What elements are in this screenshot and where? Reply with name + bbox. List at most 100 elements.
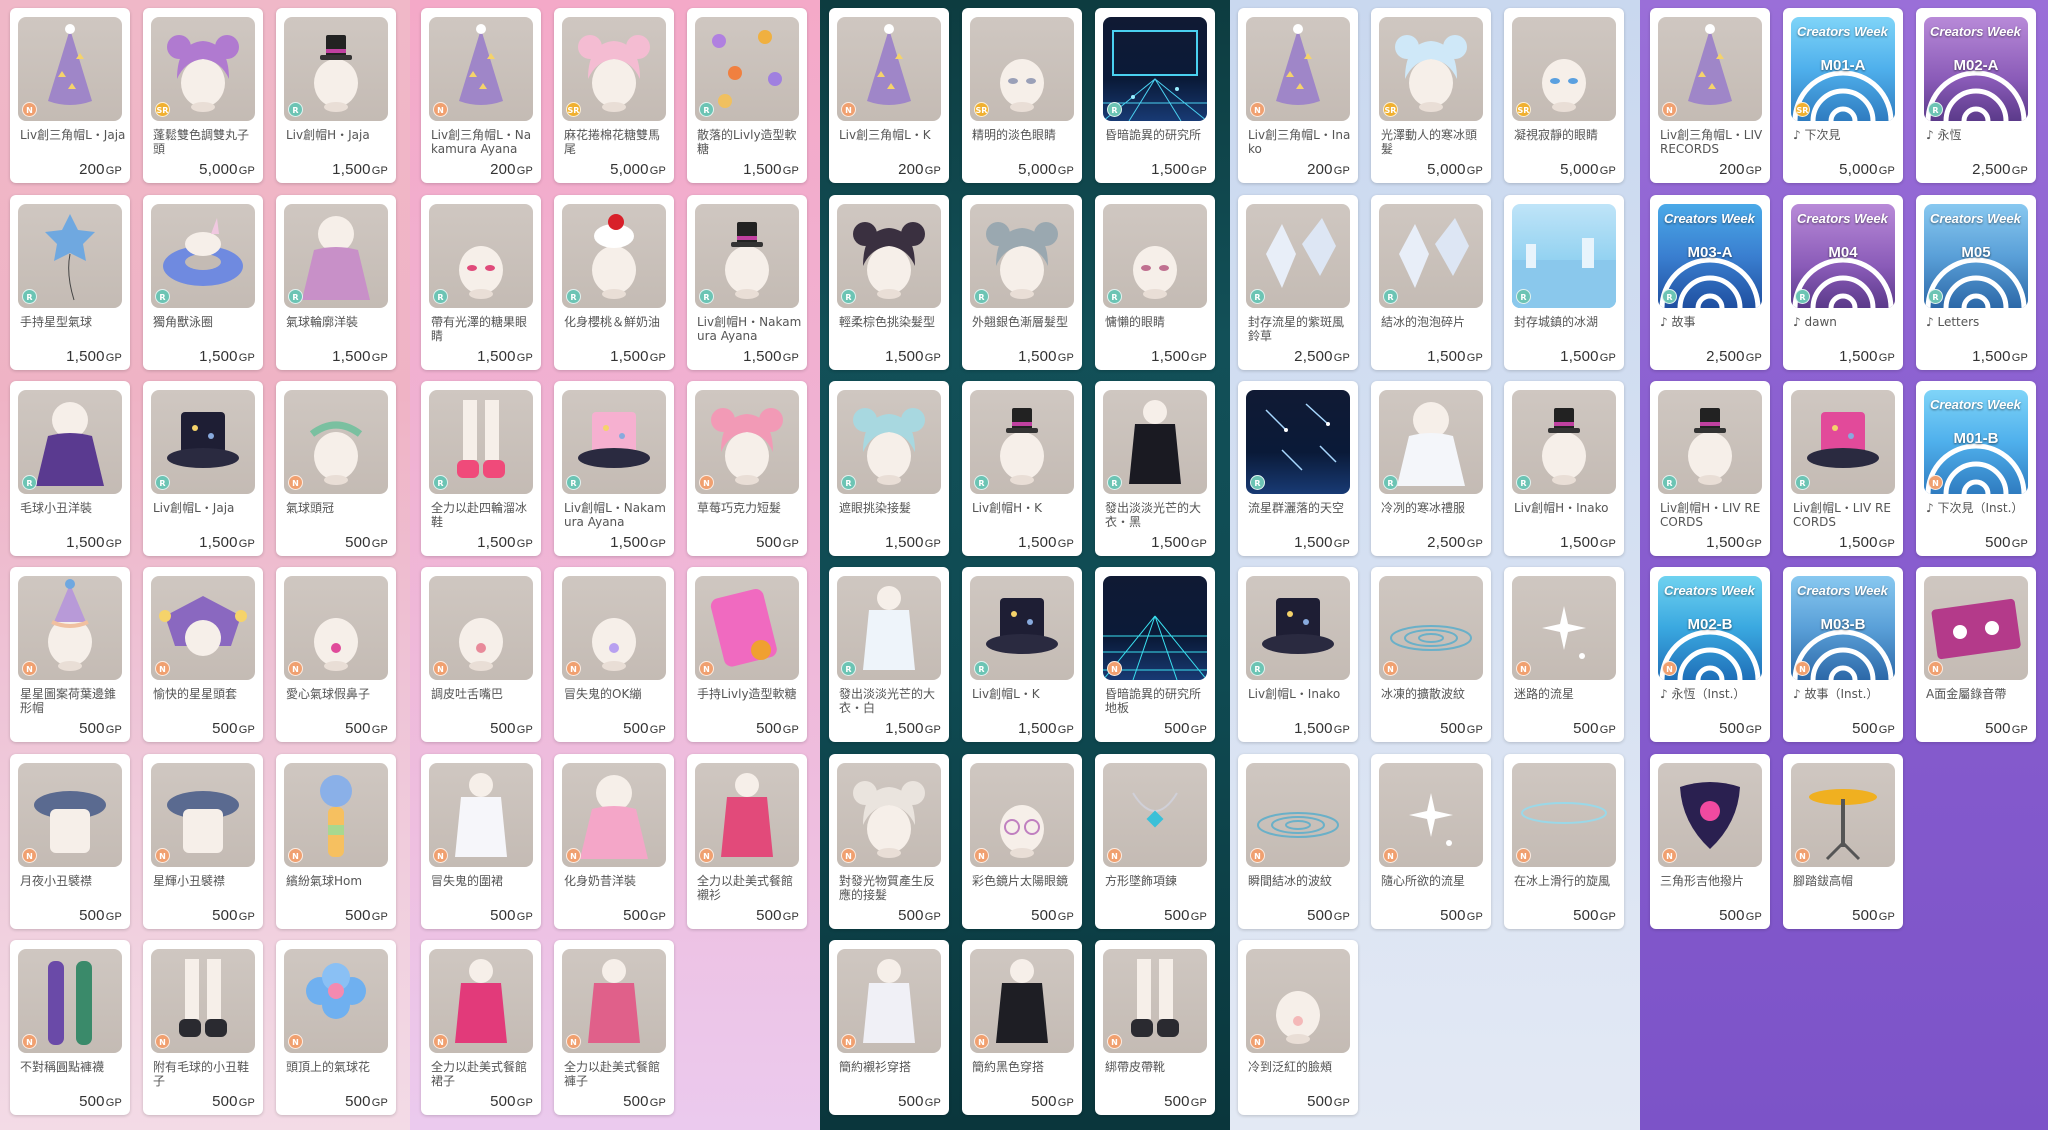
shop-item-card[interactable]: R 帶有光澤的糖果眼睛 1,500GP — [421, 195, 541, 370]
shop-item-card[interactable]: Creators Week M01-A SR ♪ 下次見 5,000GP — [1783, 8, 1903, 183]
ripple-icon: N — [1379, 576, 1483, 680]
jester-hood-icon: N — [151, 576, 255, 680]
shop-item-card[interactable]: R 遮眼挑染接髮 1,500GP — [829, 381, 949, 556]
shirt-outfit-icon: N — [837, 949, 941, 1053]
rarity-badge: N — [1383, 848, 1398, 863]
shop-item-card[interactable]: Creators Week M03-A R ♪ 故事 2,500GP — [1650, 195, 1770, 370]
shop-item-card[interactable]: N 簡約襯衫穿搭 500GP — [829, 940, 949, 1115]
shop-item-card[interactable]: R Liv創帽H・K 1,500GP — [962, 381, 1082, 556]
shop-item-card[interactable]: R Liv創帽L・Jaja 1,500GP — [143, 381, 263, 556]
shop-item-card[interactable]: N A面金屬錄音帶 500GP — [1916, 567, 2036, 742]
shop-item-card[interactable]: R Liv創帽H・LIV RECORDS 1,500GP — [1650, 381, 1770, 556]
item-price: 2,500GP — [1972, 161, 2028, 178]
rarity-badge: N — [1662, 102, 1677, 117]
shop-item-card[interactable]: R 結冰的泡泡碎片 1,500GP — [1371, 195, 1491, 370]
shop-item-card[interactable]: SR 精明的淡色眼睛 5,000GP — [962, 8, 1082, 183]
shop-item-card[interactable]: R Liv創帽L・Inako 1,500GP — [1238, 567, 1358, 742]
shop-item-card[interactable]: R 發出淡淡光芒的大衣・黑 1,500GP — [1095, 381, 1215, 556]
shop-item-card[interactable]: Creators Week M05 R ♪ Letters 1,500GP — [1916, 195, 2036, 370]
shop-item-card[interactable]: N 冰凍的擴散波紋 500GP — [1371, 567, 1491, 742]
shop-item-card[interactable]: N 對發光物質產生反應的接髮 500GP — [829, 754, 949, 929]
shop-item-card[interactable]: N Liv創三角帽L・Nakamura Ayana 200GP — [421, 8, 541, 183]
shop-item-card[interactable]: N 彩色鏡片太陽眼鏡 500GP — [962, 754, 1082, 929]
shop-item-card[interactable]: Creators Week M01-B N ♪ 下次見（Inst.） 500GP — [1916, 381, 2036, 556]
item-name: ♪ 故事 — [1660, 315, 1696, 329]
shop-item-card[interactable]: N 繽紛氣球Hom 500GP — [276, 754, 396, 929]
shop-item-card[interactable]: N 愉快的星星頭套 500GP — [143, 567, 263, 742]
shop-item-card[interactable]: N 氣球頭冠 500GP — [276, 381, 396, 556]
shop-item-card[interactable]: N 隨心所欲的流星 500GP — [1371, 754, 1491, 929]
item-price: 500GP — [490, 907, 533, 924]
shop-item-card[interactable]: Creators Week M03-B N ♪ 故事（Inst.） 500GP — [1783, 567, 1903, 742]
shop-item-card[interactable]: R Liv創帽L・LIV RECORDS 1,500GP — [1783, 381, 1903, 556]
shop-item-card[interactable]: N 瞬間結冰的波紋 500GP — [1238, 754, 1358, 929]
shop-item-card[interactable]: R 外翹銀色漸層髮型 1,500GP — [962, 195, 1082, 370]
shop-item-card[interactable]: R 化身櫻桃＆鮮奶油 1,500GP — [554, 195, 674, 370]
shop-item-card[interactable]: N 化身奶昔洋裝 500GP — [554, 754, 674, 929]
shop-item-card[interactable]: N 綁帶皮帶靴 500GP — [1095, 940, 1215, 1115]
shop-item-card[interactable]: SR 麻花捲棉花糖雙馬尾 5,000GP — [554, 8, 674, 183]
shop-item-card[interactable]: R 氣球輪廓洋裝 1,500GP — [276, 195, 396, 370]
currency-label: GP — [924, 911, 941, 923]
shop-item-card[interactable]: N 愛心氣球假鼻子 500GP — [276, 567, 396, 742]
shop-item-card[interactable]: SR 光澤動人的寒冰頭髮 5,000GP — [1371, 8, 1491, 183]
shop-item-card[interactable]: R 散落的Livly造型軟糖 1,500GP — [687, 8, 807, 183]
shop-item-card[interactable]: N Liv創三角帽L・K 200GP — [829, 8, 949, 183]
shop-item-card[interactable]: N 草莓巧克力短髮 500GP — [687, 381, 807, 556]
shop-item-card[interactable]: N 附有毛球的小丑鞋子 500GP — [143, 940, 263, 1115]
shop-item-card[interactable]: R 流星群灑落的天空 1,500GP — [1238, 381, 1358, 556]
shop-item-card[interactable]: N 在冰上滑行的旋風 500GP — [1504, 754, 1624, 929]
shop-item-card[interactable]: N 三角形吉他撥片 500GP — [1650, 754, 1770, 929]
shop-item-card[interactable]: R 輕柔棕色挑染髮型 1,500GP — [829, 195, 949, 370]
shop-item-card[interactable]: N 月夜小丑襞襟 500GP — [10, 754, 130, 929]
shop-item-card[interactable]: N 星星圖案荷葉邊錐形帽 500GP — [10, 567, 130, 742]
shop-item-card[interactable]: N 冒失鬼的OK繃 500GP — [554, 567, 674, 742]
shop-item-card[interactable]: R 冷冽的寒冰禮服 2,500GP — [1371, 381, 1491, 556]
shop-item-card[interactable]: N 全力以赴美式餐館褲子 500GP — [554, 940, 674, 1115]
currency-label: GP — [1057, 538, 1074, 550]
shop-item-card[interactable]: N 腳踏鈸高帽 500GP — [1783, 754, 1903, 929]
shop-item-card[interactable]: R Liv創帽H・Inako 1,500GP — [1504, 381, 1624, 556]
shop-item-card[interactable]: N 冷到泛紅的臉頰 500GP — [1238, 940, 1358, 1115]
shop-item-card[interactable]: N Liv創三角帽L・Jaja 200GP — [10, 8, 130, 183]
currency-label: GP — [238, 538, 255, 550]
shop-item-card[interactable]: N 頭頂上的氣球花 500GP — [276, 940, 396, 1115]
shop-item-card[interactable]: SR 凝視寂靜的眼睛 5,000GP — [1504, 8, 1624, 183]
shop-item-card[interactable]: R 獨角獸泳圈 1,500GP — [143, 195, 263, 370]
silver-hair-icon: R — [970, 204, 1074, 308]
shop-item-card[interactable]: R Liv創帽H・Nakamura Ayana 1,500GP — [687, 195, 807, 370]
shop-item-card[interactable]: N 調皮吐舌嘴巴 500GP — [421, 567, 541, 742]
shop-item-card[interactable]: N 不對稱圓點褲襪 500GP — [10, 940, 130, 1115]
shop-item-card[interactable]: R 封存流星的紫斑風鈴草 2,500GP — [1238, 195, 1358, 370]
shop-item-card[interactable]: R 封存城鎮的冰湖 1,500GP — [1504, 195, 1624, 370]
shop-item-card[interactable]: Creators Week M02-A R ♪ 永恆 2,500GP — [1916, 8, 2036, 183]
shop-item-card[interactable]: R 毛球小丑洋裝 1,500GP — [10, 381, 130, 556]
shop-item-card[interactable]: R 全力以赴四輪溜冰鞋 1,500GP — [421, 381, 541, 556]
shop-item-card[interactable]: R 手持星型氣球 1,500GP — [10, 195, 130, 370]
shop-item-card[interactable]: N 手持Livly造型軟糖 500GP — [687, 567, 807, 742]
shop-item-card[interactable]: R 昏暗詭異的研究所 1,500GP — [1095, 8, 1215, 183]
shop-item-card[interactable]: N 全力以赴美式餐館襯衫 500GP — [687, 754, 807, 929]
shop-item-card[interactable]: N 昏暗詭異的研究所地板 500GP — [1095, 567, 1215, 742]
shop-item-card[interactable]: R Liv創帽L・K 1,500GP — [962, 567, 1082, 742]
shop-item-card[interactable]: N 方形墜飾項鍊 500GP — [1095, 754, 1215, 929]
shop-item-card[interactable]: N 全力以赴美式餐館裙子 500GP — [421, 940, 541, 1115]
shop-item-card[interactable]: R 發出淡淡光芒的大衣・白 1,500GP — [829, 567, 949, 742]
item-name: 冷冽的寒冰禮服 — [1381, 501, 1466, 515]
shop-item-card[interactable]: N 迷路的流星 500GP — [1504, 567, 1624, 742]
shop-item-card[interactable]: Creators Week M04 R ♪ dawn 1,500GP — [1783, 195, 1903, 370]
item-name: 蓬鬆雙色調雙丸子頭 — [153, 128, 250, 156]
shop-item-card[interactable]: N 簡約黑色穿搭 500GP — [962, 940, 1082, 1115]
price-value: 1,500 — [1706, 534, 1745, 551]
shop-item-card[interactable]: R Liv創帽L・Nakamura Ayana 1,500GP — [554, 381, 674, 556]
shop-item-card[interactable]: N Liv創三角帽L・LIV RECORDS 200GP — [1650, 8, 1770, 183]
shop-item-card[interactable]: SR 蓬鬆雙色調雙丸子頭 5,000GP — [143, 8, 263, 183]
item-price: 5,000GP — [610, 161, 666, 178]
shop-item-card[interactable]: Creators Week M02-B N ♪ 永恆（Inst.） 500GP — [1650, 567, 1770, 742]
shop-item-card[interactable]: N Liv創三角帽L・Inako 200GP — [1238, 8, 1358, 183]
item-name: ♪ 故事（Inst.） — [1793, 687, 1879, 701]
shop-item-card[interactable]: N 冒失鬼的圍裙 500GP — [421, 754, 541, 929]
shop-item-card[interactable]: N 星輝小丑襞襟 500GP — [143, 754, 263, 929]
shop-item-card[interactable]: R 慵懶的眼睛 1,500GP — [1095, 195, 1215, 370]
shop-item-card[interactable]: R Liv創帽H・Jaja 1,500GP — [276, 8, 396, 183]
